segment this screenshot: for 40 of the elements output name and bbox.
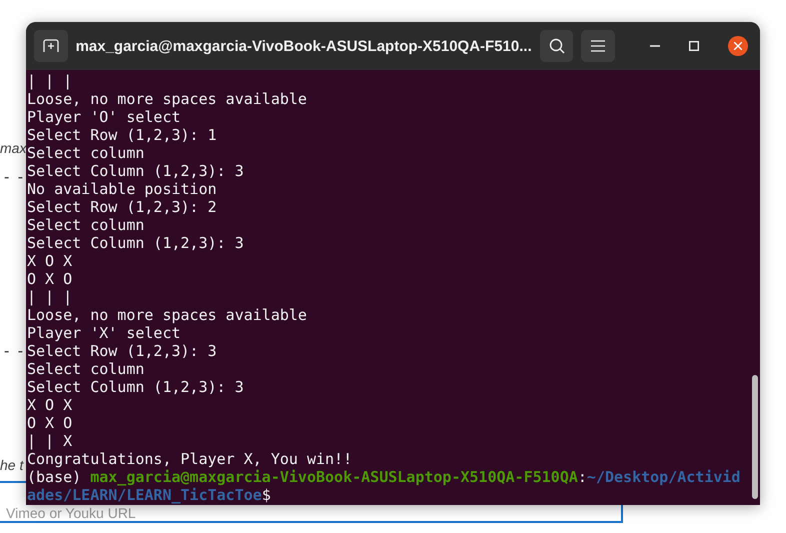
terminal-output-line: Select column	[27, 144, 146, 162]
terminal-output-line: Select Row (1,2,3): 3	[27, 342, 218, 360]
window-title: max_garcia@maxgarcia-VivoBook-ASUSLaptop-X510QA-F510...	[76, 38, 532, 54]
page-text: max	[0, 139, 26, 158]
terminal-output-line: Loose, no more spaces available	[27, 306, 308, 324]
terminal-output-line: No available position	[27, 180, 218, 198]
terminal-output-line: | | |	[27, 72, 74, 90]
close-button[interactable]	[728, 36, 748, 56]
menu-icon	[591, 40, 606, 52]
dashed-line-text: - -	[3, 168, 26, 188]
close-icon	[734, 42, 742, 50]
dashed-line-text: - -	[3, 342, 26, 362]
new-tab-button[interactable]	[34, 30, 68, 62]
terminal-output-line: X O X	[27, 252, 74, 270]
page-text: he t	[0, 456, 24, 475]
terminal-output-line: O X O	[27, 270, 74, 288]
terminal-output-line: Player 'O' select	[27, 108, 182, 126]
terminal-output-line: Player 'X' select	[27, 324, 182, 342]
search-icon	[548, 38, 565, 54]
search-button[interactable]	[540, 30, 574, 62]
terminal-output-line: Select Row (1,2,3): 2	[27, 198, 218, 216]
terminal-output-line: O X O	[27, 414, 74, 432]
minimize-icon	[650, 45, 660, 47]
menu-button[interactable]	[581, 30, 615, 62]
maximize-icon	[689, 41, 700, 51]
terminal-output-line: Select Column (1,2,3): 3	[27, 378, 245, 396]
terminal-output-line: Loose, no more spaces available	[27, 90, 308, 108]
terminal-output-line: | | |	[27, 288, 74, 306]
terminal-output-line: Select Column (1,2,3): 3	[27, 234, 245, 252]
terminal-output-line: Select Row (1,2,3): 1	[27, 126, 218, 144]
url-input-field[interactable]: Vimeo or Youku URL	[0, 505, 623, 523]
terminal-output-line: Select column	[27, 216, 146, 234]
terminal-output-line: Select column	[27, 360, 146, 378]
scrollbar-thumb[interactable]	[752, 375, 758, 499]
terminal-output-line: X O X	[27, 396, 74, 414]
terminal-output-line: Select Column (1,2,3): 3	[27, 162, 245, 180]
terminal-output-line: Congratulations, Player X, You win!!	[27, 450, 354, 468]
shell-prompt: (base) max_garcia@maxgarcia-VivoBook-ASUSLaptop-X510QA-F510QA:~/Desktop/Actividades/LEARN/LEARN_TicTacToe$	[27, 468, 742, 504]
terminal-output-line: | | X	[27, 432, 74, 450]
new-tab-icon	[42, 39, 59, 53]
